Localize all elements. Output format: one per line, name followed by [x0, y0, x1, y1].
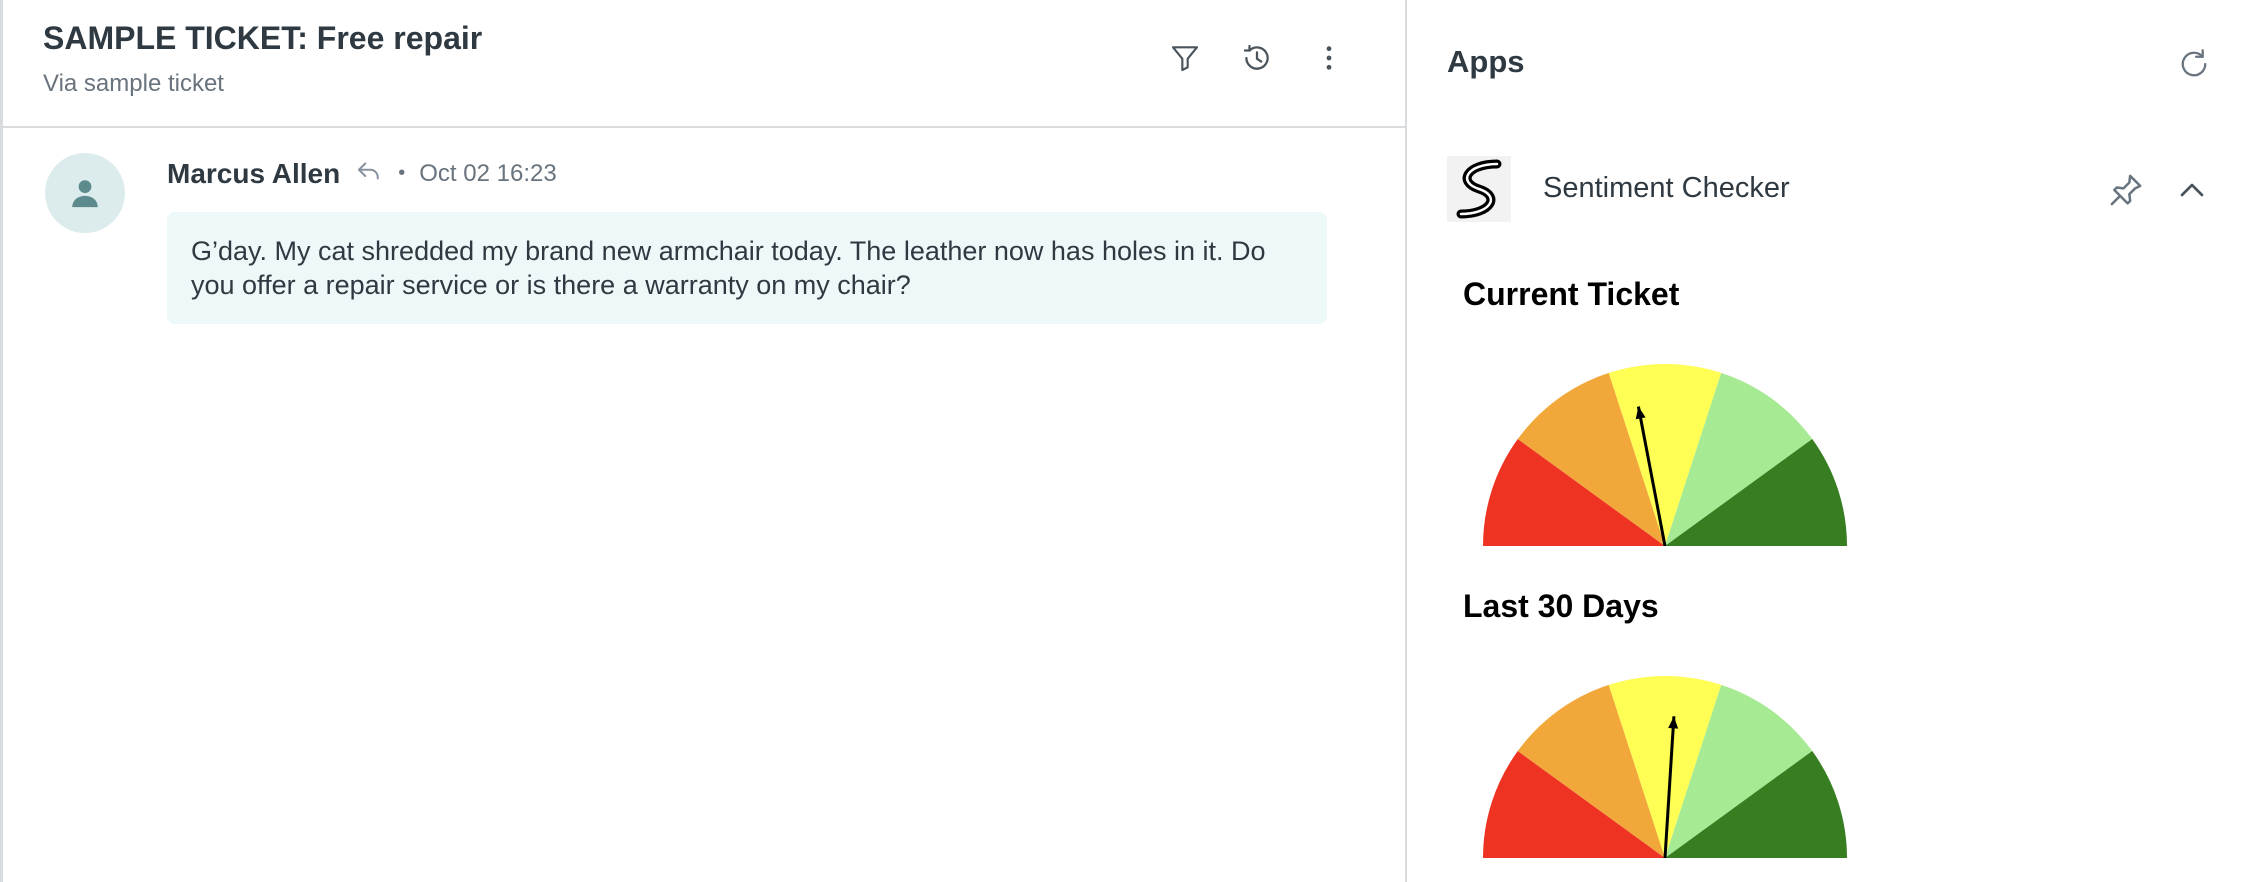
current-ticket-heading: Current Ticket	[1463, 276, 1680, 312]
ticket-header: SAMPLE TICKET: Free repair Via sample ti…	[3, 0, 1405, 128]
app-name: Sentiment Checker	[1543, 172, 1790, 204]
user-icon	[72, 180, 98, 208]
author-name[interactable]: Marcus Allen	[167, 158, 340, 190]
current-ticket-gauge	[1483, 364, 1847, 546]
chevron-up-icon[interactable]	[2172, 170, 2212, 210]
ticket-title: SAMPLE TICKET: Free repair	[43, 20, 483, 56]
apps-pane: Apps Sentiment Checker Current Ticket La…	[1407, 0, 2242, 882]
pin-icon[interactable]	[2106, 170, 2146, 210]
message-header: Marcus Allen • Oct 02 16:23	[167, 156, 557, 191]
message-timestamp: Oct 02 16:23	[419, 159, 557, 187]
reply-icon	[354, 156, 384, 191]
refresh-icon[interactable]	[2176, 46, 2212, 82]
message-body: G’day. My cat shredded my brand new armc…	[167, 212, 1327, 324]
ticket-channel: Via sample ticket	[43, 70, 224, 97]
last-30-days-gauge	[1483, 676, 1847, 858]
filter-icon[interactable]	[1167, 40, 1203, 76]
separator-dot: •	[398, 162, 406, 184]
avatar[interactable]	[45, 153, 125, 233]
history-icon[interactable]	[1239, 40, 1275, 76]
app-sentiment-checker: Sentiment Checker	[1447, 156, 2212, 222]
ticket-pane: SAMPLE TICKET: Free repair Via sample ti…	[0, 0, 1407, 882]
more-options-icon[interactable]	[1311, 40, 1347, 76]
header-actions	[1167, 40, 1347, 76]
app-logo	[1447, 156, 1511, 222]
last-30-days-heading: Last 30 Days	[1463, 588, 1659, 624]
apps-title: Apps	[1447, 44, 1525, 79]
